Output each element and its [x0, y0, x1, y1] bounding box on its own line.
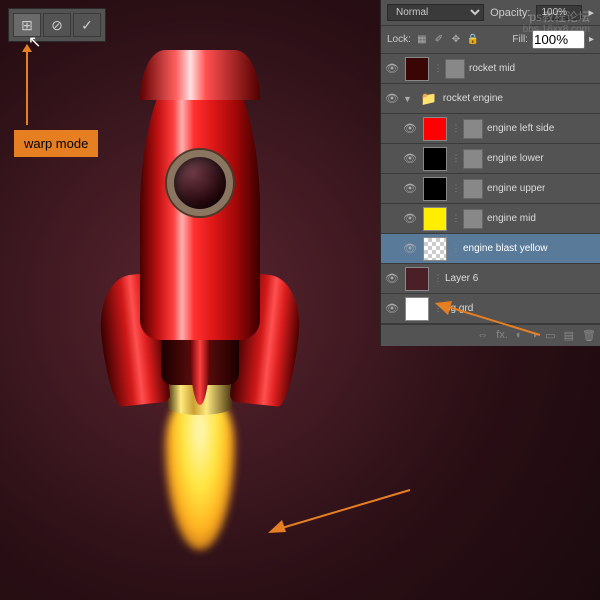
visibility-icon[interactable]: 👁 [399, 122, 421, 135]
layer-thumbnail[interactable] [423, 207, 447, 231]
layer-thumbnail[interactable] [405, 267, 429, 291]
lock-pixels-icon[interactable]: ✐ [432, 33, 446, 47]
lock-label: Lock: [387, 34, 411, 45]
layers-panel-footer: ⇔ fx. ◐ ◑ ▭ ▤ 🗑 [381, 324, 600, 346]
fx-icon[interactable]: fx. [496, 329, 508, 342]
visibility-icon[interactable]: 👁 [399, 212, 421, 225]
layer-name[interactable]: bg grd [445, 303, 473, 314]
layer-list: 👁⋮rocket mid👁▼📁rocket engine👁⋮engine lef… [381, 54, 600, 324]
visibility-icon[interactable]: 👁 [399, 242, 421, 255]
layer-row[interactable]: 👁 ⋮ engine left side [381, 114, 600, 144]
layer-name[interactable]: engine upper [487, 183, 545, 194]
layer-row[interactable]: 👁 ⋮engine blast yellow [381, 234, 600, 264]
folder-icon: 📁 [417, 87, 441, 111]
lock-position-icon[interactable]: ✥ [449, 33, 463, 47]
layer-mask-thumbnail[interactable] [463, 179, 483, 199]
layer-mask-thumbnail[interactable] [445, 59, 465, 79]
lock-icons: ▦ ✐ ✥ 🔒 [415, 33, 480, 47]
fill-dropdown-icon[interactable]: ▸ [589, 34, 594, 45]
link-column: ⋮ [449, 153, 463, 164]
layer-thumbnail[interactable] [423, 117, 447, 141]
layer-row[interactable]: 👁▼ 📁rocket engine [381, 84, 600, 114]
layer-mask-thumbnail[interactable] [463, 209, 483, 229]
cursor-icon: ↖ [28, 32, 41, 52]
layer-thumbnail[interactable] [423, 237, 447, 261]
visibility-icon[interactable]: 👁 [381, 272, 403, 285]
layer-row[interactable]: 👁 ⋮ engine lower [381, 144, 600, 174]
visibility-icon[interactable]: 👁 [381, 62, 403, 75]
rocket-body-upper [140, 50, 260, 340]
layer-row[interactable]: 👁 ⋮ rocket mid [381, 54, 600, 84]
folder-toggle-icon[interactable]: ▼ [403, 94, 412, 104]
link-column: ⋮ [449, 123, 463, 134]
layer-name[interactable]: rocket mid [469, 63, 515, 74]
visibility-icon[interactable]: 👁 [381, 92, 403, 105]
layer-thumbnail[interactable] [423, 147, 447, 171]
link-column: ⋮ [449, 183, 463, 194]
layer-name[interactable]: engine mid [487, 213, 536, 224]
lock-all-icon[interactable]: 🔒 [466, 33, 480, 47]
watermark-text: ps教程论坛 [529, 8, 590, 25]
layer-row[interactable]: 👁 ⋮ engine upper [381, 174, 600, 204]
rocket-porthole [167, 150, 233, 216]
fill-label: Fill: [512, 34, 528, 45]
link-column: ⋮ [431, 63, 445, 74]
layer-mask-thumbnail[interactable] [463, 119, 483, 139]
layer-name[interactable]: rocket engine [443, 93, 503, 104]
visibility-icon[interactable]: 👁 [381, 302, 403, 315]
layer-name[interactable]: engine left side [487, 123, 554, 134]
layers-panel: Normal Opacity: ▸ Lock: ▦ ✐ ✥ 🔒 Fill: ▸ … [380, 0, 600, 346]
delete-layer-icon[interactable]: 🗑 [582, 329, 596, 342]
blend-mode-select[interactable]: Normal [387, 4, 484, 21]
lock-transparency-icon[interactable]: ▦ [415, 33, 429, 47]
layer-row[interactable]: 👁 ⋮Layer 6 [381, 264, 600, 294]
rocket-artwork: PSD [110, 30, 290, 580]
commit-transform-button[interactable]: ✓ [73, 13, 101, 37]
layer-name[interactable]: engine lower [487, 153, 544, 164]
transform-toolbar: ⊞ ⊘ ✓ [8, 8, 106, 42]
layer-thumbnail[interactable] [405, 297, 429, 321]
link-layers-icon[interactable]: ⇔ [477, 329, 488, 342]
mask-icon[interactable]: ◐ [516, 329, 523, 342]
opacity-label: Opacity: [490, 7, 530, 19]
watermark-url: bbs.16xx8.com [523, 24, 590, 35]
cancel-transform-button[interactable]: ⊘ [43, 13, 71, 37]
adjustment-icon[interactable]: ◑ [531, 329, 538, 342]
group-icon[interactable]: ▭ [545, 329, 555, 342]
link-column: ⋮ [431, 273, 445, 284]
link-column: ⋮ [449, 243, 463, 254]
link-column: ⋮ [449, 213, 463, 224]
warp-mode-label: warp mode [14, 130, 98, 157]
layer-name[interactable]: Layer 6 [445, 273, 478, 284]
new-layer-icon[interactable]: ▤ [564, 329, 574, 342]
visibility-icon[interactable]: 👁 [399, 152, 421, 165]
layer-thumbnail[interactable] [423, 177, 447, 201]
layer-name[interactable]: engine blast yellow [463, 243, 548, 254]
layer-mask-thumbnail[interactable] [463, 149, 483, 169]
annotation-arrow-up [26, 45, 28, 125]
layer-row[interactable]: 👁 ⋮ engine mid [381, 204, 600, 234]
visibility-icon[interactable]: 👁 [399, 182, 421, 195]
layer-thumbnail[interactable] [405, 57, 429, 81]
layer-row[interactable]: 👁 ⋮bg grd [381, 294, 600, 324]
link-column: ⋮ [431, 303, 445, 314]
